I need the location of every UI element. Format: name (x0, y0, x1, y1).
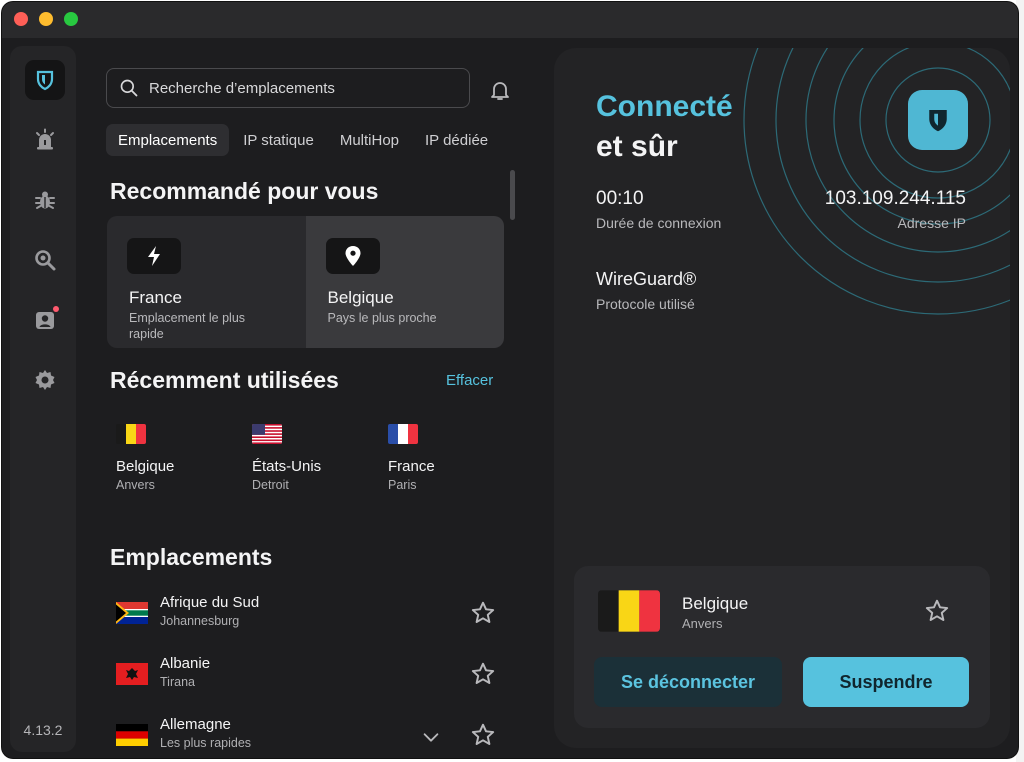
alarm-icon (36, 128, 54, 150)
recommended-card-subtitle: Pays le plus proche (327, 311, 437, 325)
sidebar-rail: 4.13.2 (10, 46, 76, 752)
recommended-card-nearest[interactable]: Belgique Pays le plus proche (305, 216, 504, 348)
status-secure: et sûr (596, 130, 678, 163)
bug-icon (35, 191, 55, 209)
location-pin-icon (325, 238, 380, 274)
france-flag-icon (388, 424, 418, 444)
recommended-cards: France Emplacement le plus rapide Belgiq… (107, 216, 504, 348)
notification-dot (53, 306, 59, 312)
rail-item-vpn[interactable] (25, 60, 65, 100)
recent-locations: Belgique Anvers États-Unis Detroit Franc… (116, 424, 516, 504)
location-row[interactable]: Albanie Tirana (116, 655, 501, 705)
pause-button[interactable]: Suspendre (803, 657, 969, 707)
status-connected: Connecté (596, 90, 733, 123)
recent-item-city: Anvers (116, 478, 155, 492)
disconnect-button[interactable]: Se déconnecter (594, 657, 782, 707)
star-icon[interactable] (470, 600, 496, 626)
zoom-window-button[interactable] (64, 12, 78, 26)
app-window: 4.13.2 Emplacements IP statique MultiHop… (2, 2, 1018, 758)
minimize-window-button[interactable] (39, 12, 53, 26)
close-window-button[interactable] (14, 12, 28, 26)
star-icon[interactable] (470, 661, 496, 687)
recommended-heading: Recommandé pour vous (110, 178, 379, 204)
clear-recent-button[interactable]: Effacer (446, 372, 493, 389)
current-location-city: Anvers (682, 616, 723, 631)
recent-item-belgique[interactable]: Belgique Anvers (116, 424, 174, 492)
shield-icon (36, 70, 54, 91)
protocol-name: WireGuard® (596, 269, 697, 289)
current-location-card: Belgique Anvers Se déconnecter Suspendre (574, 566, 990, 728)
tab-multihop[interactable]: MultiHop (328, 124, 411, 156)
connection-status-panel: Connecté et sûr 00:10 Durée de connexion… (554, 48, 1010, 748)
rail-item-scan[interactable] (25, 240, 65, 280)
usa-flag-icon (252, 424, 282, 444)
bell-icon (491, 82, 509, 100)
belgium-flag-icon (598, 590, 660, 632)
magnifier-icon (35, 250, 56, 271)
rail-item-settings[interactable] (25, 360, 65, 400)
locations-panel: Emplacements IP statique MultiHop IP déd… (84, 38, 524, 758)
shield-icon (908, 90, 968, 150)
protocol-label: Protocole utilisé (596, 296, 695, 312)
star-icon[interactable] (924, 598, 950, 624)
recent-item-name: Belgique (116, 458, 175, 475)
rail-item-alerts[interactable] (25, 120, 65, 160)
locations-heading: Emplacements (110, 544, 273, 570)
ip-address-label: Adresse IP (897, 215, 966, 231)
location-row[interactable]: Allemagne Les plus rapides (116, 716, 501, 758)
location-name: Afrique du Sud (160, 594, 260, 611)
recent-item-france[interactable]: France Paris (388, 424, 435, 492)
recent-heading: Récemment utilisées (110, 367, 339, 393)
title-bar (2, 2, 1018, 38)
tab-emplacements[interactable]: Emplacements (106, 124, 230, 156)
location-tabs: Emplacements IP statique MultiHop IP déd… (106, 124, 502, 156)
ip-address: 103.109.244.115 (824, 188, 966, 209)
chevron-down-icon[interactable] (420, 726, 442, 748)
south-africa-flag-icon (116, 602, 148, 624)
current-location-name: Belgique (682, 594, 749, 613)
location-name: Albanie (160, 655, 211, 672)
rail-item-identity[interactable] (25, 300, 65, 340)
belgium-flag-icon (116, 424, 146, 444)
app-version: 4.13.2 (23, 722, 63, 738)
notifications-button[interactable] (486, 76, 514, 104)
connection-duration: 00:10 (596, 188, 644, 209)
location-name: Allemagne (160, 716, 231, 733)
germany-flag-icon (116, 724, 148, 746)
connection-duration-label: Durée de connexion (596, 215, 722, 231)
search-box[interactable] (106, 68, 470, 108)
person-badge-icon (36, 312, 54, 329)
recent-item-city: Detroit (252, 478, 289, 492)
star-icon[interactable] (470, 722, 496, 748)
bolt-icon (127, 238, 181, 274)
recent-item-name: États-Unis (252, 458, 322, 475)
albania-flag-icon (116, 663, 148, 685)
location-city: Les plus rapides (160, 736, 252, 750)
rail-item-antivirus[interactable] (25, 180, 65, 220)
recommended-card-fastest[interactable]: France Emplacement le plus rapide (107, 216, 306, 348)
scrollbar-thumb[interactable] (510, 170, 515, 220)
tab-ip-statique[interactable]: IP statique (231, 124, 326, 156)
recommended-card-name: Belgique (327, 288, 394, 307)
location-city: Tirana (160, 675, 195, 689)
location-city: Johannesburg (160, 614, 240, 628)
gear-icon (35, 370, 55, 390)
search-icon (120, 79, 138, 97)
recent-item-city: Paris (388, 478, 417, 492)
location-row[interactable]: Afrique du Sud Johannesburg (116, 594, 501, 644)
tab-ip-dediee[interactable]: IP dédiée (413, 124, 500, 156)
recent-item-etats-unis[interactable]: États-Unis Detroit (252, 424, 321, 492)
recommended-card-subtitle: Emplacement le plus rapide (129, 311, 246, 341)
recent-item-name: France (388, 458, 435, 475)
search-input[interactable] (149, 79, 449, 97)
recommended-card-name: France (129, 288, 182, 307)
